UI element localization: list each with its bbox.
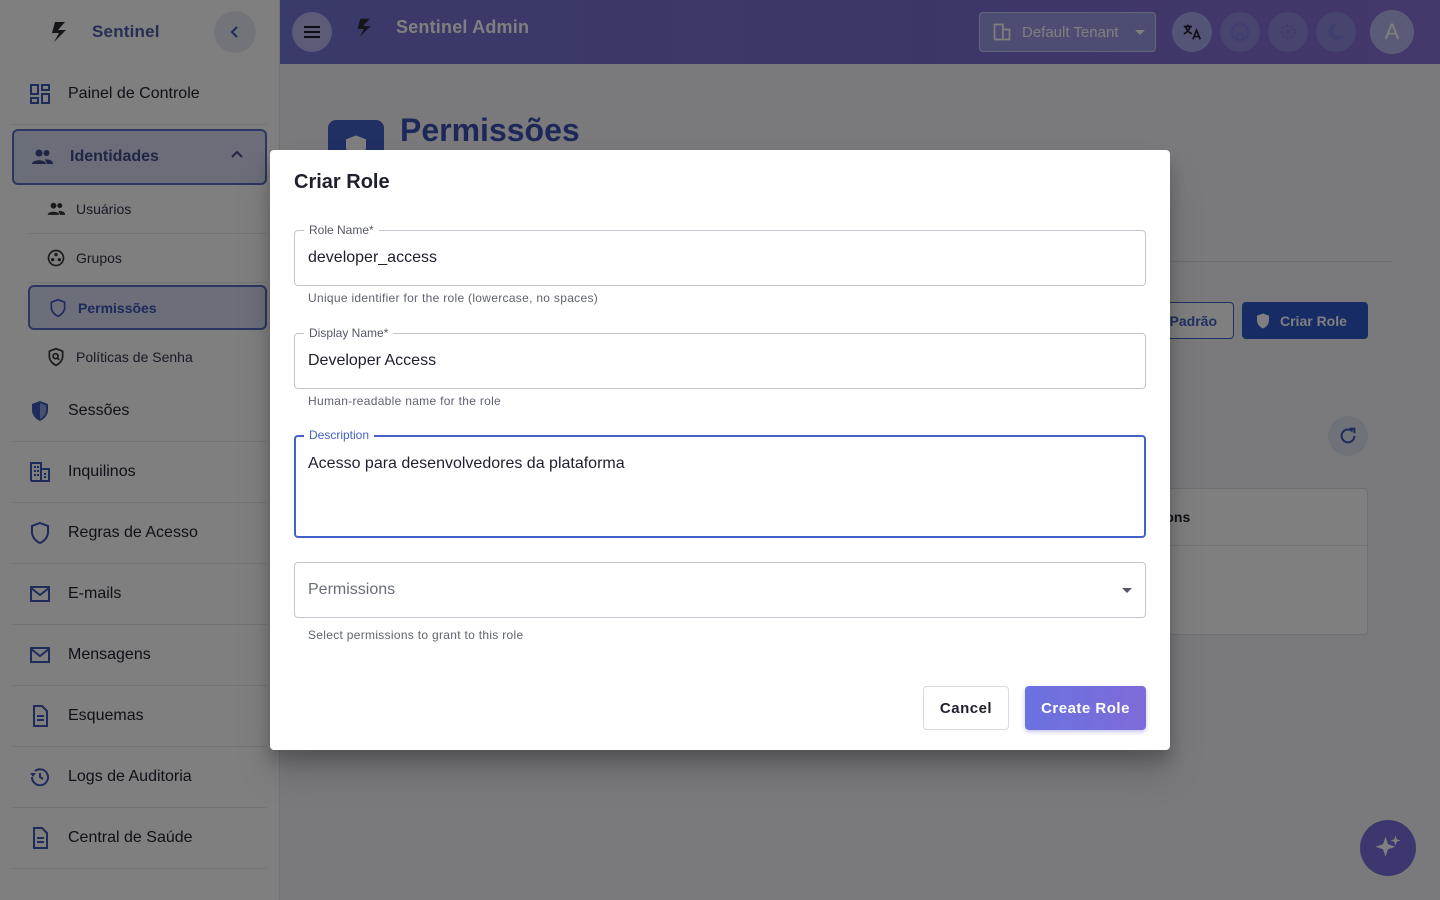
role-name-helper: Unique identifier for the role (lowercas… xyxy=(308,291,599,305)
description-value: Acesso para desenvolvedores da plataform… xyxy=(308,455,625,472)
caret-down-icon xyxy=(1122,588,1132,593)
description-label: Description xyxy=(304,428,375,442)
display-name-helper: Human-readable name for the role xyxy=(308,394,502,408)
role-name-value: developer_access xyxy=(308,249,437,266)
display-name-field[interactable]: Display Name* Developer Access xyxy=(294,326,1146,389)
description-field[interactable]: Description Acesso para desenvolvedores … xyxy=(294,428,1146,538)
display-name-value: Developer Access xyxy=(308,352,437,369)
role-name-label: Role Name* xyxy=(304,223,379,237)
permissions-placeholder: Permissions xyxy=(308,581,396,598)
create-role-submit-button[interactable]: Create Role xyxy=(1025,686,1146,730)
role-name-field[interactable]: Role Name* developer_access xyxy=(294,223,1146,286)
display-name-label: Display Name* xyxy=(304,326,394,340)
permissions-select[interactable]: Permissions xyxy=(294,562,1146,618)
permissions-helper: Select permissions to grant to this role xyxy=(308,628,524,642)
create-role-dialog: Criar Role Role Name* developer_access U… xyxy=(270,150,1170,750)
cancel-button[interactable]: Cancel xyxy=(923,686,1009,730)
dialog-title: Criar Role xyxy=(294,171,390,193)
